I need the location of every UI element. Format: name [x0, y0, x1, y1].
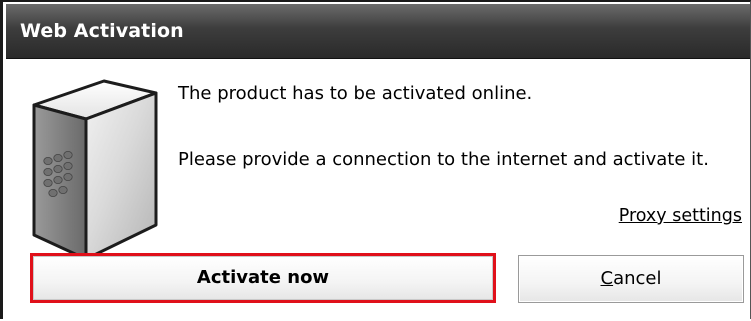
web-activation-dialog: Web Activation The product has to be act… [0, 0, 751, 321]
product-box-icon [32, 79, 158, 261]
connection-instruction: Please provide a connection to the inter… [178, 149, 709, 170]
cancel-accelerator: C [600, 268, 614, 289]
activate-now-button[interactable]: Activate now [30, 253, 496, 303]
cancel-button[interactable]: Cancel [518, 255, 744, 303]
activation-message: The product has to be activated online. [178, 83, 533, 104]
cancel-label: ancel [613, 268, 662, 289]
window-title: Web Activation [20, 20, 184, 42]
dialog-content: The product has to be activated online. … [6, 59, 750, 321]
title-bar[interactable]: Web Activation [6, 4, 750, 59]
proxy-settings-link[interactable]: Proxy settings [619, 206, 742, 226]
